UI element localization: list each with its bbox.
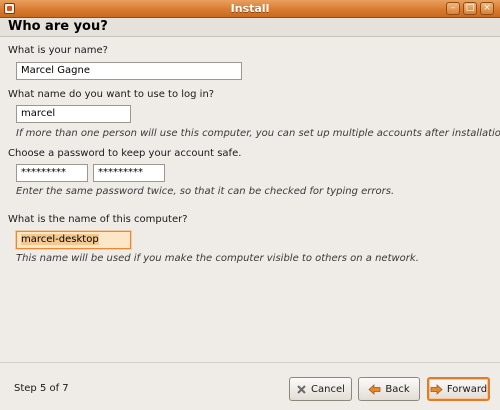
computer-name-label: What is the name of this computer? [8,214,188,225]
arrow-left-icon [368,383,381,395]
arrow-right-icon [430,383,443,395]
name-label: What is your name? [8,45,108,56]
back-button[interactable]: Back [358,377,420,401]
close-button[interactable]: × [480,2,494,15]
maximize-button[interactable]: □ [463,2,477,15]
cancel-button[interactable]: Cancel [289,377,352,401]
password-confirm-field[interactable]: ********* [93,164,165,182]
password-label: Choose a password to keep your account s… [8,148,242,159]
minimize-button[interactable]: – [446,2,460,15]
window-title: Install [230,2,270,15]
title-bar[interactable]: Install – □ × [0,0,500,18]
full-name-field[interactable]: Marcel Gagne [16,62,242,80]
forward-button[interactable]: Forward [427,377,490,401]
computer-name-value: marcel-desktop [21,234,99,245]
password-hint: Enter the same password twice, so that i… [16,186,395,197]
footer-divider [0,362,500,363]
cancel-label: Cancel [311,383,345,395]
login-label: What name do you want to use to log in? [8,89,215,100]
computer-name-hint: This name will be used if you make the c… [16,253,419,264]
username-field[interactable]: marcel [16,105,131,123]
cancel-x-icon [296,384,307,395]
computer-name-field[interactable]: marcel-desktop [16,231,131,249]
login-hint: If more than one person will use this co… [16,128,500,139]
back-label: Back [385,383,410,395]
page-title: Who are you? [8,19,108,34]
forward-label: Forward [446,383,488,395]
password-field[interactable]: ********* [16,164,88,182]
step-indicator: Step 5 of 7 [14,383,69,394]
